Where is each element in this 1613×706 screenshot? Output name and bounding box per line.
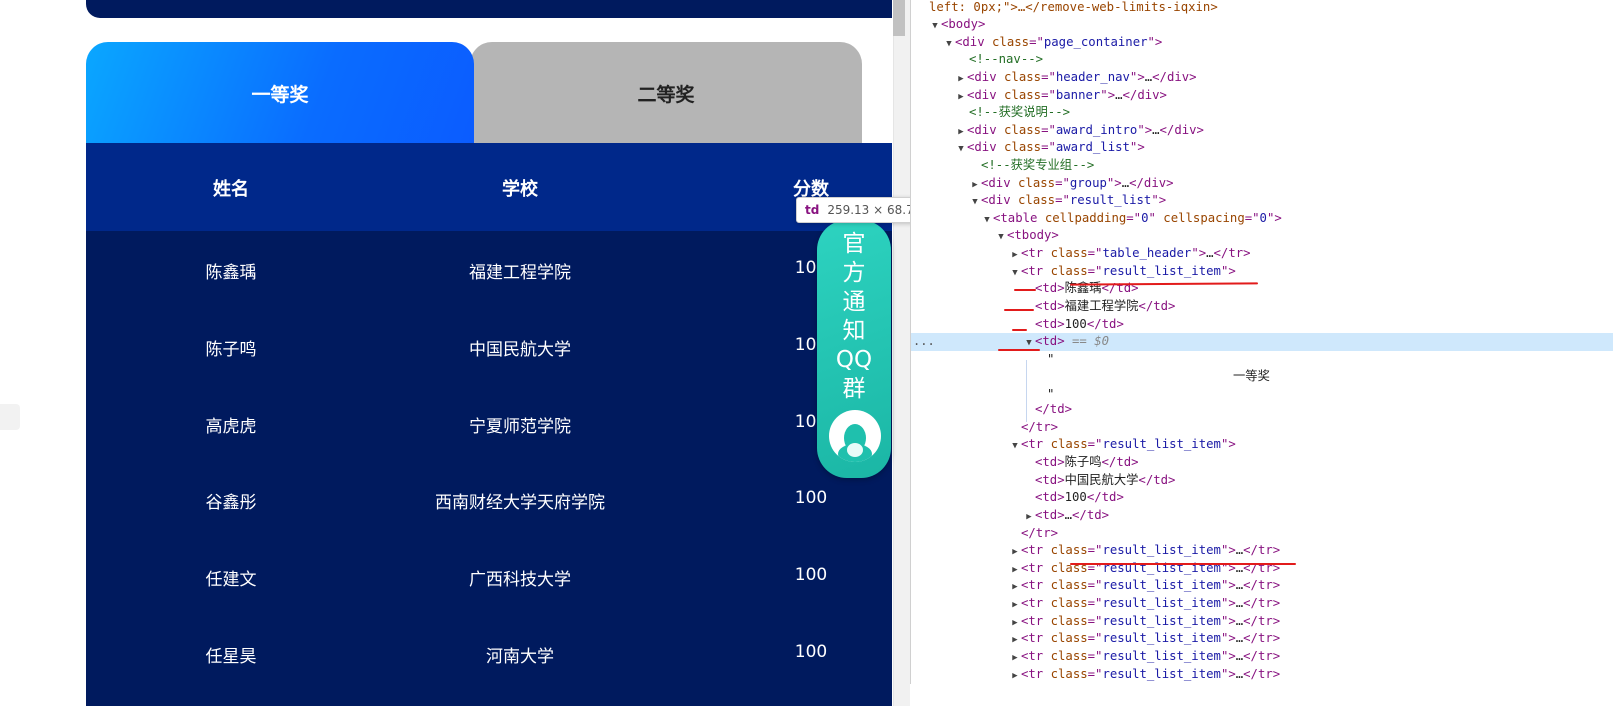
- table-row: 高虎虎 宁夏师范学院 100: [86, 385, 892, 462]
- dom-line[interactable]: ▼ <table cellpadding="0" cellspacing="0">: [911, 210, 1613, 228]
- cell-school: 中国民航大学: [469, 340, 571, 360]
- cell-score: 100: [794, 488, 828, 508]
- dom-comment[interactable]: <!--获奖说明-->: [911, 104, 1613, 122]
- dom-comment[interactable]: <!--获奖专业组-->: [911, 157, 1613, 175]
- tooltip-size: 259.13 × 68.7: [827, 203, 914, 217]
- qq-penguin-icon: [829, 410, 881, 462]
- devtools-elements-panel: left: 0px;">…</remove-web-limits-iqxin> …: [910, 0, 1613, 706]
- dom-line[interactable]: ▶ <div class="header_nav">…</div>: [911, 69, 1613, 87]
- screen: 二等奖 一等奖 姓名 学校 分数 陈鑫瑀 福建工程学院 100 陈子鸣 中国民航…: [0, 0, 1613, 706]
- dom-line[interactable]: ▶ <tr class="table_header">…</tr>: [911, 245, 1613, 263]
- dom-line[interactable]: ▶ <tr class="result_list_item">…</tr>: [911, 613, 1613, 631]
- dom-line[interactable]: ▼ <div class="result_list">: [911, 192, 1613, 210]
- dom-line[interactable]: ▶ <tr class="result_list_item">…</tr>: [911, 595, 1613, 613]
- devtools-bottom-edge: [910, 684, 1613, 706]
- tree-guide-line: [1026, 360, 1027, 422]
- dom-line[interactable]: <td>陈子鸣</td>: [911, 454, 1613, 472]
- annotation-mark: [998, 349, 1040, 351]
- annotation-mark: [1004, 309, 1034, 311]
- top-banner-edge: [86, 0, 892, 18]
- cell-school: 河南大学: [486, 647, 554, 667]
- qq-char: 官: [842, 231, 866, 257]
- cell-name: 陈子鸣: [205, 340, 257, 360]
- page-scrollbar-thumb[interactable]: [893, 0, 905, 36]
- more-actions-icon[interactable]: ...: [913, 333, 935, 351]
- side-handle[interactable]: [0, 404, 20, 430]
- dom-comment[interactable]: <!--nav-->: [911, 51, 1613, 69]
- cell-name: 高虎虎: [205, 417, 257, 437]
- cell-name: 任星昊: [205, 647, 257, 667]
- table-row: 谷鑫彤 西南财经大学天府学院 100: [86, 461, 892, 538]
- cell-name: 陈鑫瑀: [205, 263, 257, 283]
- header-school: 学校: [502, 179, 538, 200]
- qq-char: 群: [842, 376, 866, 402]
- cell-score: 100: [794, 642, 828, 662]
- dom-line[interactable]: ▶ <td>…</td>: [911, 507, 1613, 525]
- table-row: 任建文 广西科技大学 100: [86, 538, 892, 615]
- page-scrollbar[interactable]: [893, 0, 910, 706]
- dom-line[interactable]: <td>中国民航大学</td>: [911, 472, 1613, 490]
- cell-name: 谷鑫彤: [205, 493, 257, 513]
- dom-line[interactable]: ▶ <div class="group">…</div>: [911, 175, 1613, 193]
- dom-line[interactable]: ▶ <tr class="result_list_item">…</tr>: [911, 648, 1613, 666]
- cell-school: 西南财经大学天府学院: [435, 493, 605, 513]
- dom-line[interactable]: ▼ <div class="page_container">: [911, 34, 1613, 52]
- dom-line[interactable]: </tr>: [911, 419, 1613, 437]
- qq-char: 方: [842, 260, 866, 286]
- annotation-mark: [1012, 329, 1027, 331]
- dom-line[interactable]: ▼ <tr class="result_list_item">: [911, 436, 1613, 454]
- cell-school: 广西科技大学: [469, 570, 571, 590]
- table-row: 陈鑫瑀 福建工程学院 100: [86, 231, 892, 308]
- dom-text-node[interactable]: 一等奖: [911, 368, 1613, 386]
- dom-line[interactable]: ▶ <tr class="result_list_item">…</tr>: [911, 666, 1613, 684]
- tab-second-prize[interactable]: 二等奖: [470, 42, 862, 144]
- qq-group-widget[interactable]: 官 方 通 知 QQ 群: [817, 220, 891, 478]
- dom-line[interactable]: ▼ <body>: [911, 16, 1613, 34]
- annotation-mark: [1014, 289, 1036, 291]
- result-list: 陈鑫瑀 福建工程学院 100 陈子鸣 中国民航大学 100 高虎虎 宁夏师范学院…: [86, 231, 892, 706]
- tooltip-tag: td: [805, 203, 820, 217]
- dom-line-selected[interactable]: ... ▼ <td> == $0: [911, 333, 1613, 351]
- dom-line[interactable]: </tr>: [911, 525, 1613, 543]
- tab-first-prize[interactable]: 一等奖: [86, 42, 474, 144]
- annotation-underline: [1070, 563, 1296, 565]
- qq-char: 通: [842, 289, 866, 315]
- cell-name: 任建文: [205, 570, 257, 590]
- dom-line[interactable]: ▶ <tr class="result_list_item">…</tr>: [911, 630, 1613, 648]
- dom-line[interactable]: ▼ <tr class="result_list_item">: [911, 263, 1613, 281]
- qq-char: QQ: [835, 347, 873, 373]
- dom-line[interactable]: <td>100</td>: [911, 489, 1613, 507]
- table-header: 姓名 学校 分数: [86, 143, 892, 231]
- dom-line[interactable]: ▶ <div class="award_intro">…</div>: [911, 122, 1613, 140]
- qq-widget-label: 官 方 通 知 QQ 群: [817, 230, 891, 404]
- dom-line[interactable]: ▶ <tr class="result_list_item">…</tr>: [911, 542, 1613, 560]
- dom-line[interactable]: </td>: [911, 401, 1613, 419]
- cell-school: 宁夏师范学院: [469, 417, 571, 437]
- cell-school: 福建工程学院: [469, 263, 571, 283]
- qq-char: 知: [842, 318, 866, 344]
- webpage-viewport: 二等奖 一等奖 姓名 学校 分数 陈鑫瑀 福建工程学院 100 陈子鸣 中国民航…: [0, 0, 892, 706]
- dom-line[interactable]: left: 0px;">…</remove-web-limits-iqxin>: [911, 0, 1613, 17]
- dom-line[interactable]: ▼ <tbody>: [911, 227, 1613, 245]
- dom-text-node[interactable]: ": [911, 351, 1613, 369]
- dom-line[interactable]: ▶ <div class="banner">…</div>: [911, 87, 1613, 105]
- header-name: 姓名: [213, 179, 249, 200]
- dom-line[interactable]: ▼ <div class="award_list">: [911, 139, 1613, 157]
- dom-line[interactable]: <td>福建工程学院</td>: [911, 298, 1613, 316]
- table-row: 任星昊 河南大学 100: [86, 615, 892, 692]
- table-row: 陈子鸣 中国民航大学 100: [86, 308, 892, 385]
- dom-line[interactable]: ▶ <tr class="result_list_item">…</tr>: [911, 577, 1613, 595]
- element-inspect-tooltip: td 259.13 × 68.7: [796, 197, 923, 223]
- cell-score: 100: [794, 565, 828, 585]
